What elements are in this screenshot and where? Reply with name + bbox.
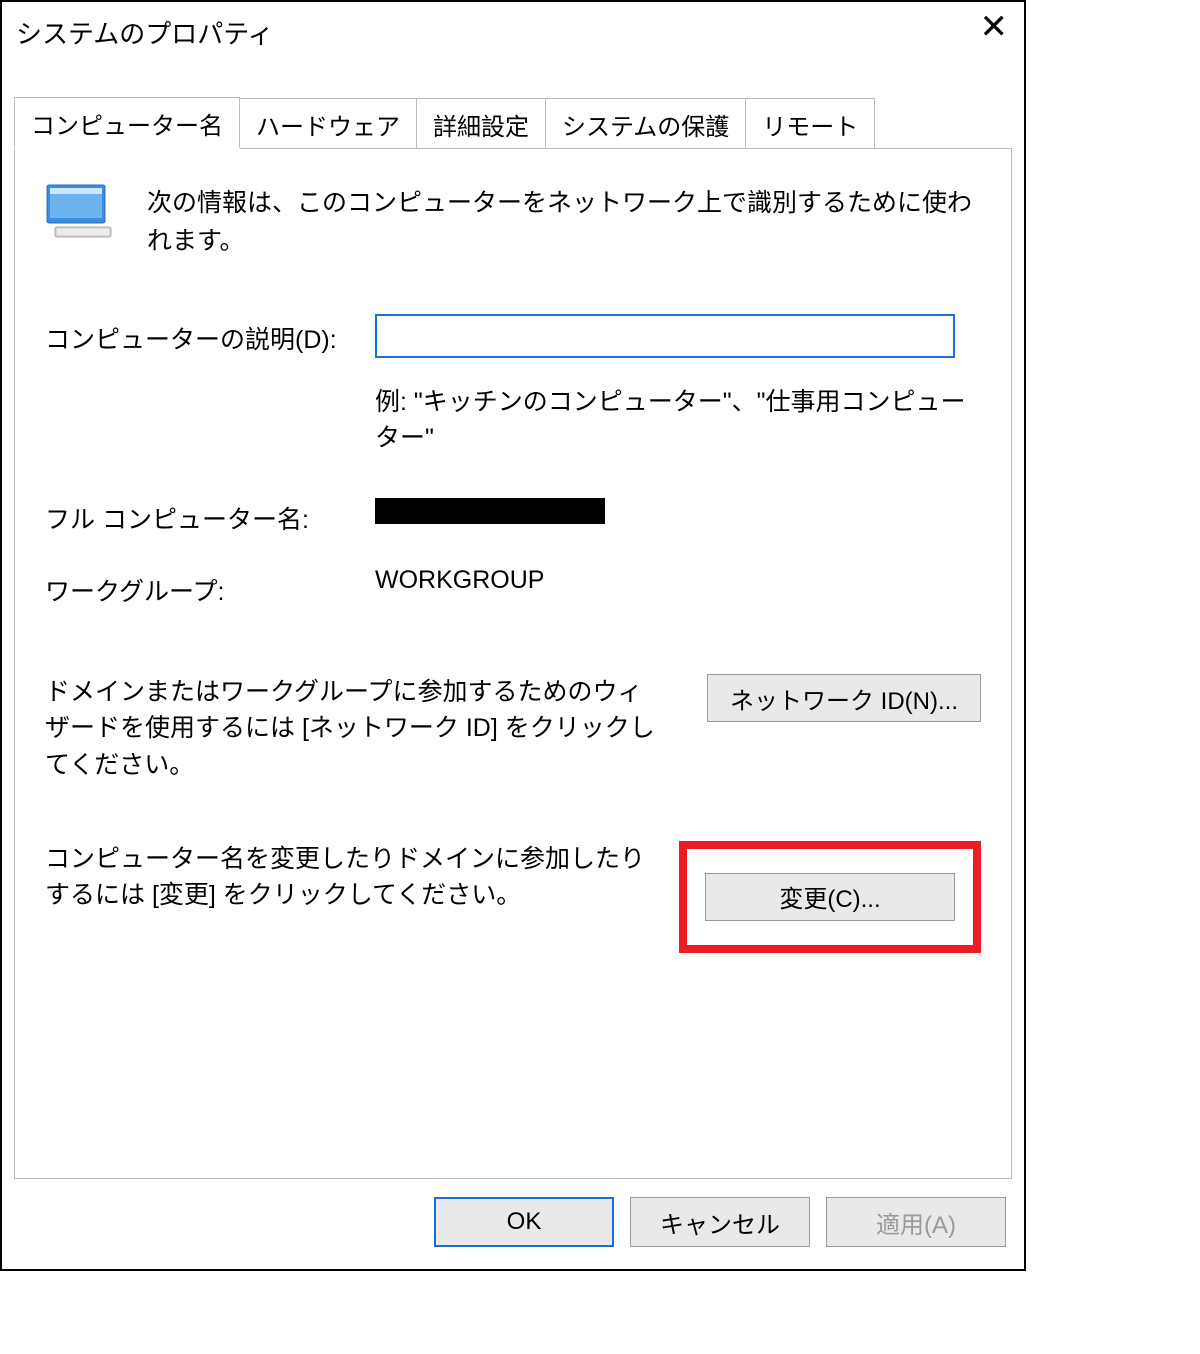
description-row: コンピューターの説明(D): 例: "キッチンのコンピューター"、"仕事用コンピ… bbox=[45, 314, 981, 494]
system-properties-window: システムのプロパティ ✕ コンピューター名 ハードウェア 詳細設定 システムの保… bbox=[0, 0, 1026, 1271]
tab-computer-name[interactable]: コンピューター名 bbox=[14, 97, 240, 149]
tabs-container: コンピューター名 ハードウェア 詳細設定 システムの保護 リモート 次の情報は、… bbox=[2, 57, 1024, 1179]
intro-row: 次の情報は、このコンピューターをネットワーク上で識別するために使われます。 bbox=[45, 179, 981, 260]
ok-button[interactable]: OK bbox=[434, 1197, 614, 1247]
tab-advanced[interactable]: 詳細設定 bbox=[416, 98, 546, 148]
cancel-button[interactable]: キャンセル bbox=[630, 1197, 810, 1247]
workgroup-value: WORKGROUP bbox=[375, 566, 981, 595]
network-id-row: ドメインまたはワークグループに参加するためのウィザードを使用するには [ネットワ… bbox=[45, 674, 981, 783]
tab-strip: コンピューター名 ハードウェア 詳細設定 システムの保護 リモート bbox=[14, 97, 1012, 149]
tab-system-protection[interactable]: システムの保護 bbox=[545, 98, 746, 148]
change-text: コンピューター名を変更したりドメインに参加したりするには [変更] をクリックし… bbox=[45, 841, 659, 914]
full-computer-name-value-redacted bbox=[375, 498, 605, 524]
tab-panel-computer-name: 次の情報は、このコンピューターをネットワーク上で識別するために使われます。 コン… bbox=[14, 149, 1012, 1179]
change-row: コンピューター名を変更したりドメインに参加したりするには [変更] をクリックし… bbox=[45, 841, 981, 953]
change-button[interactable]: 変更(C)... bbox=[705, 873, 955, 921]
workgroup-label: ワークグループ: bbox=[45, 566, 375, 608]
description-example: 例: "キッチンのコンピューター"、"仕事用コンピューター" bbox=[375, 382, 981, 454]
intro-text: 次の情報は、このコンピューターをネットワーク上で識別するために使われます。 bbox=[147, 179, 981, 260]
computer-icon bbox=[45, 183, 119, 245]
description-label: コンピューターの説明(D): bbox=[45, 314, 375, 356]
tab-hardware[interactable]: ハードウェア bbox=[239, 98, 417, 148]
full-computer-name-label: フル コンピューター名: bbox=[45, 494, 375, 536]
dialog-footer: OK キャンセル 適用(A) bbox=[2, 1179, 1024, 1269]
info-grid: フル コンピューター名: ワークグループ: WORKGROUP bbox=[45, 494, 981, 608]
window-title: システムのプロパティ bbox=[16, 10, 274, 51]
network-id-button[interactable]: ネットワーク ID(N)... bbox=[707, 674, 981, 722]
tab-remote[interactable]: リモート bbox=[745, 98, 875, 148]
description-input[interactable] bbox=[375, 314, 955, 358]
network-id-text: ドメインまたはワークグループに参加するためのウィザードを使用するには [ネットワ… bbox=[45, 674, 665, 783]
change-button-highlight: 変更(C)... bbox=[679, 841, 981, 953]
titlebar: システムのプロパティ ✕ bbox=[2, 2, 1024, 57]
apply-button: 適用(A) bbox=[826, 1197, 1006, 1247]
close-icon[interactable]: ✕ bbox=[974, 10, 1015, 44]
